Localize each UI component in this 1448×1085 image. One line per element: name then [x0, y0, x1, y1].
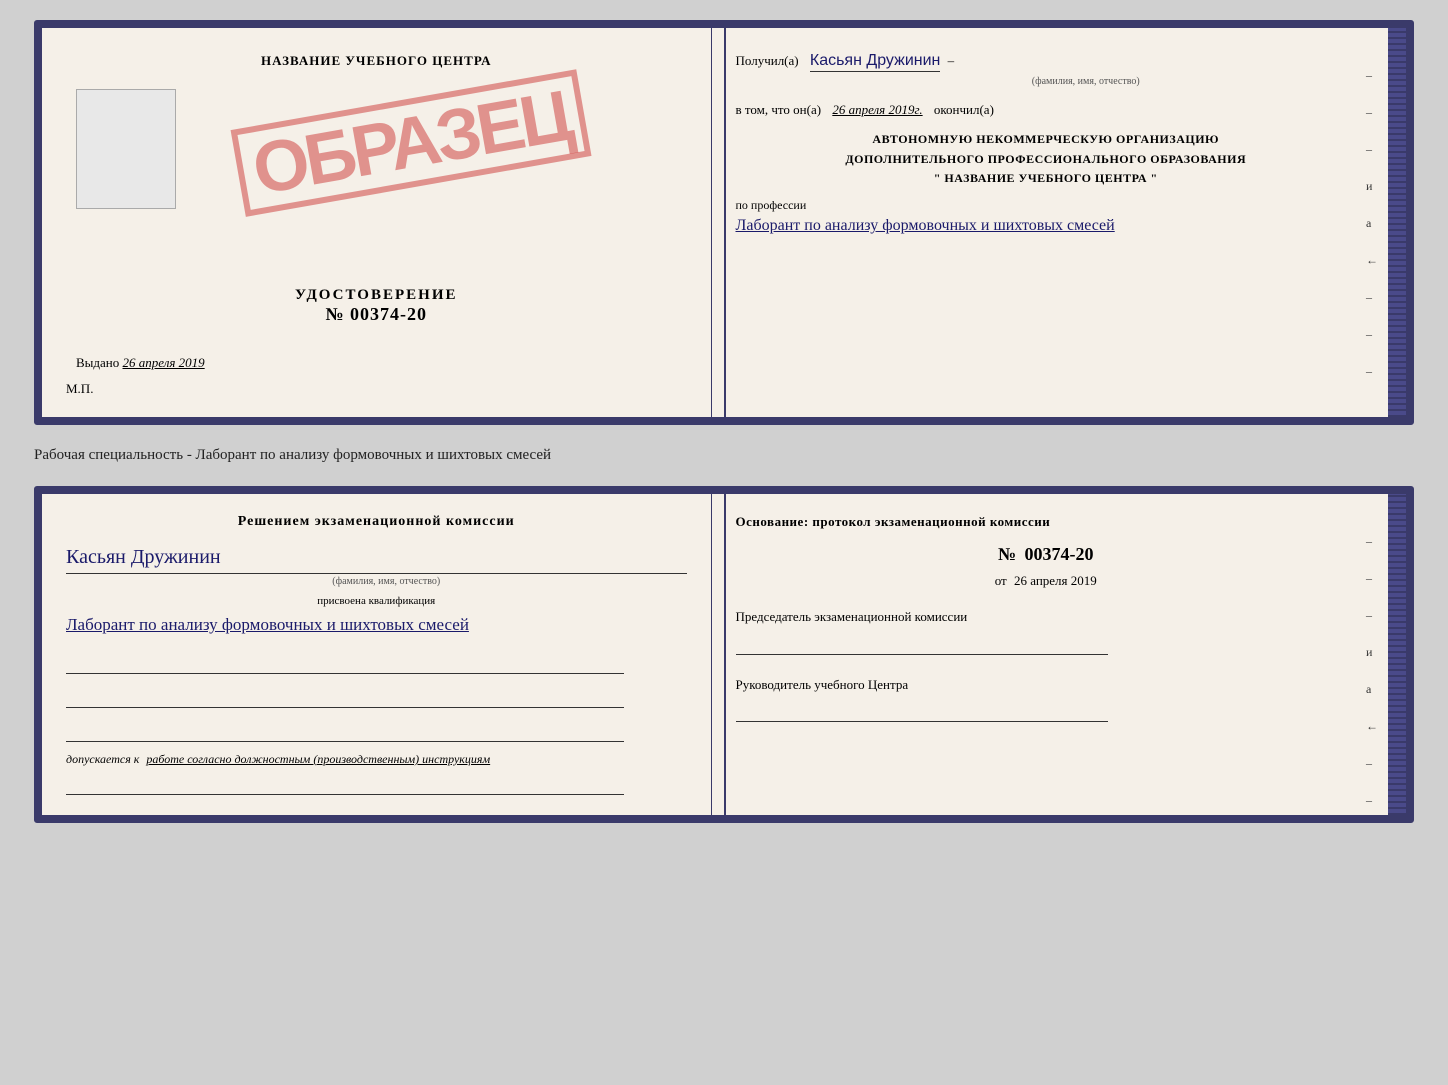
between-label: Рабочая специальность - Лаборант по анал…	[34, 443, 1414, 468]
top-right-half: Получил(а) Касьян Дружинин – (фамилия, и…	[712, 28, 1407, 417]
okonchil-label: окончил(а)	[934, 102, 994, 117]
cert-id-box	[76, 89, 176, 209]
org-line3: " НАЗВАНИЕ УЧЕБНОГО ЦЕНТРА "	[736, 169, 1357, 188]
bottom-left-half: Решением экзаменационной комиссии Касьян…	[42, 494, 712, 815]
profession-value: Лаборант по анализу формовочных и шихтов…	[736, 213, 1357, 239]
qual-label: присвоена квалификация	[66, 595, 687, 607]
mark-5: а	[1366, 216, 1378, 231]
protocol-number: № 00374-20	[736, 544, 1357, 565]
protocol-number-value: 00374-20	[1025, 544, 1094, 564]
predsedatel-block: Председатель экзаменационной комиссии	[736, 607, 1357, 655]
sig-line-1	[66, 654, 624, 674]
right-marks-bottom: – – – и а ← – – –	[1366, 534, 1378, 823]
bmark-4: и	[1366, 645, 1378, 660]
fio-subtext-bottom: (фамилия, имя, отчество)	[86, 576, 687, 587]
bmark-8: –	[1366, 793, 1378, 808]
sig-line-2	[66, 688, 624, 708]
qual-value: Лаборант по анализу формовочных и шихтов…	[66, 611, 687, 640]
protocol-date-value: 26 апреля 2019	[1014, 573, 1097, 588]
poluchil-label: Получил(а)	[736, 53, 799, 68]
bmark-6: ←	[1366, 719, 1378, 734]
mark-1: –	[1366, 68, 1378, 83]
org-line1: АВТОНОМНУЮ НЕКОММЕРЧЕСКУЮ ОРГАНИЗАЦИЮ	[736, 130, 1357, 149]
top-left-half: НАЗВАНИЕ УЧЕБНОГО ЦЕНТРА ОБРАЗЕЦ УДОСТОВ…	[42, 28, 712, 417]
cert-number-symbol: №	[325, 304, 344, 324]
obrazec-stamp: ОБРАЗЕЦ	[231, 69, 592, 217]
protocol-number-label: №	[998, 544, 1016, 564]
vtomchto-label: в том, что он(а)	[736, 102, 822, 117]
mark-2: –	[1366, 105, 1378, 120]
sig-line-4	[66, 775, 624, 795]
top-document-card: НАЗВАНИЕ УЧЕБНОГО ЦЕНТРА ОБРАЗЕЦ УДОСТОВ…	[34, 20, 1414, 425]
bmark-2: –	[1366, 571, 1378, 586]
bottom-name: Касьян Дружинин	[66, 546, 687, 574]
cert-issued-date: 26 апреля 2019	[123, 355, 205, 370]
dopuskaetsya-block: допускается к работе согласно должностны…	[66, 752, 687, 767]
bmark-1: –	[1366, 534, 1378, 549]
rukovoditel-sig-line	[736, 702, 1108, 722]
cert-stamp-area: ОБРАЗЕЦ	[66, 79, 687, 279]
right-side-marks: – – – и а ← – – –	[1366, 68, 1378, 379]
mark-8: –	[1366, 327, 1378, 342]
mark-9: –	[1366, 364, 1378, 379]
org-line2: ДОПОЛНИТЕЛЬНОГО ПРОФЕССИОНАЛЬНОГО ОБРАЗО…	[736, 150, 1357, 169]
cert-number-display: № 00374-20	[66, 304, 687, 325]
cert-issued-label: Выдано	[76, 355, 119, 370]
cert-number-value: 00374-20	[350, 304, 427, 324]
predsedatel-label: Председатель экзаменационной комиссии	[736, 607, 1357, 627]
dopuskaetsya-text: работе согласно должностным (производств…	[146, 752, 490, 766]
decision-title: Решением экзаменационной комиссии	[66, 514, 687, 530]
org-block-title: АВТОНОМНУЮ НЕКОММЕРЧЕСКУЮ ОРГАНИЗАЦИЮ ДО…	[736, 130, 1357, 188]
predsedatel-sig-line	[736, 635, 1108, 655]
profession-label: по профессии	[736, 198, 1357, 213]
poluchil-name: Касьян Дружинин	[810, 52, 940, 72]
bmark-7: –	[1366, 756, 1378, 771]
mark-3: –	[1366, 142, 1378, 157]
fio-subtext-top: (фамилия, имя, отчество)	[816, 74, 1357, 90]
cert-udostoverenie-label: УДОСТОВЕРЕНИЕ	[66, 287, 687, 304]
protocol-date-prefix: от	[995, 573, 1007, 588]
signature-lines	[66, 654, 687, 742]
rukovoditel-block: Руководитель учебного Центра	[736, 675, 1357, 723]
mark-6: ←	[1366, 253, 1378, 268]
poluchil-line: Получил(а) Касьян Дружинин – (фамилия, и…	[736, 48, 1357, 90]
vtomchto-line: в том, что он(а) 26 апреля 2019г. окончи…	[736, 100, 1357, 121]
bmark-5: а	[1366, 682, 1378, 697]
rukovoditel-label: Руководитель учебного Центра	[736, 675, 1357, 695]
mark-4: и	[1366, 179, 1378, 194]
name-block: Касьян Дружинин (фамилия, имя, отчество)	[66, 546, 687, 587]
mark-7: –	[1366, 290, 1378, 305]
dash-separator: –	[948, 53, 955, 68]
vtomchto-date: 26 апреля 2019г.	[832, 102, 922, 117]
osnov-title: Основание: протокол экзаменационной коми…	[736, 514, 1357, 530]
dopuskaetsya-prefix: допускается к	[66, 752, 139, 766]
bottom-right-half: Основание: протокол экзаменационной коми…	[712, 494, 1407, 815]
sig-line-3	[66, 722, 624, 742]
cert-title: НАЗВАНИЕ УЧЕБНОГО ЦЕНТРА	[66, 53, 687, 69]
protocol-date: от 26 апреля 2019	[736, 573, 1357, 589]
bottom-document-card: Решением экзаменационной комиссии Касьян…	[34, 486, 1414, 823]
bmark-3: –	[1366, 608, 1378, 623]
cert-issued-block: Выдано 26 апреля 2019	[66, 355, 687, 371]
page-wrapper: НАЗВАНИЕ УЧЕБНОГО ЦЕНТРА ОБРАЗЕЦ УДОСТОВ…	[34, 20, 1414, 823]
mp-label: М.П.	[66, 381, 687, 397]
